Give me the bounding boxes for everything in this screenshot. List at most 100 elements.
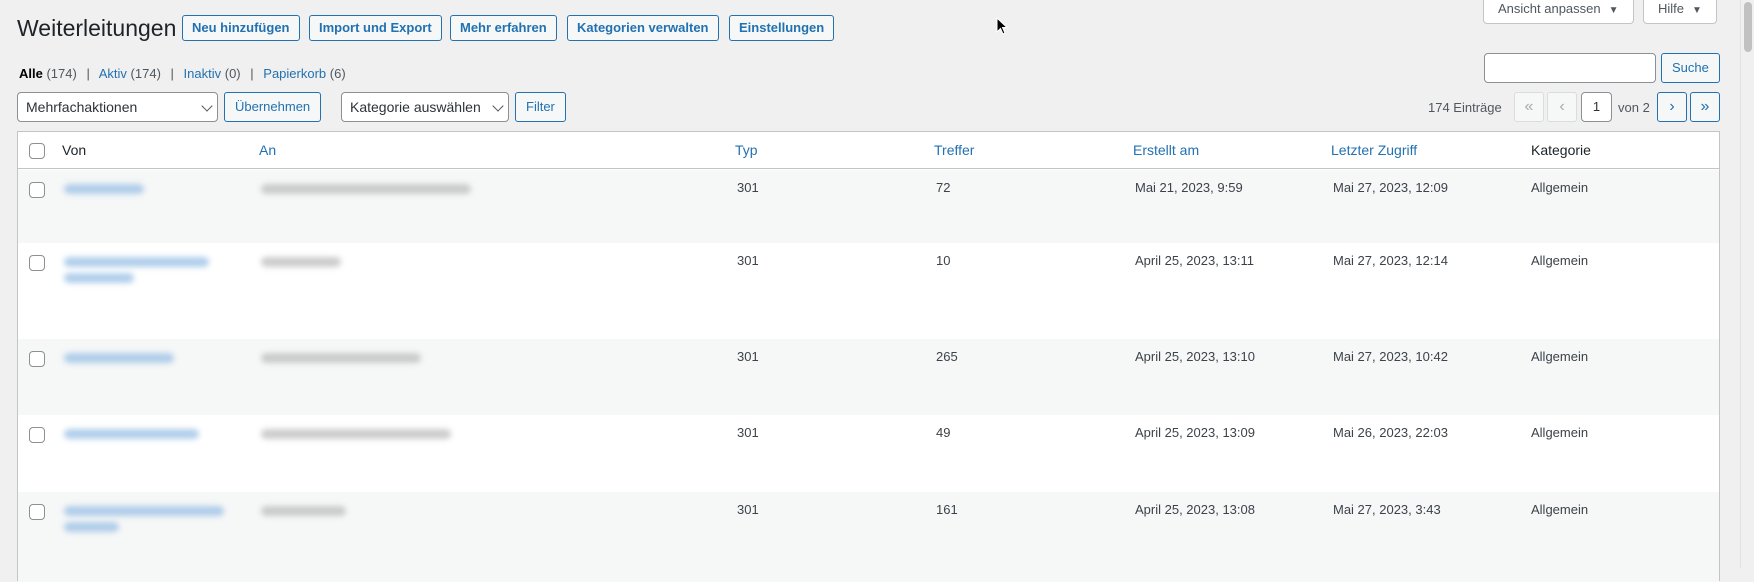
row-type: 301 <box>737 253 759 268</box>
prev-page-button[interactable]: ‹ <box>1547 92 1577 122</box>
redacted-target-text <box>261 184 471 194</box>
filter-inactive-link[interactable]: Inaktiv <box>184 66 222 81</box>
bulk-actions-value: Mehrfachaktionen <box>26 99 138 115</box>
chevron-down-icon <box>492 100 504 112</box>
row-checkbox[interactable] <box>29 182 45 198</box>
row-checkbox[interactable] <box>29 504 45 520</box>
filter-all-label[interactable]: Alle <box>19 66 43 81</box>
redacted-target-text <box>261 353 421 363</box>
redacted-target-text <box>261 506 346 516</box>
row-last-access: Mai 27, 2023, 3:43 <box>1333 502 1441 517</box>
row-created: April 25, 2023, 13:11 <box>1135 253 1255 268</box>
add-new-button[interactable]: Neu hinzufügen <box>182 15 300 41</box>
select-all-checkbox[interactable] <box>29 143 45 159</box>
filter-active-link[interactable]: Aktiv <box>99 66 127 81</box>
filter-active-count: (174) <box>130 66 161 81</box>
row-checkbox[interactable] <box>29 351 45 367</box>
filter-inactive-count: (0) <box>224 66 241 81</box>
row-category: Allgemein <box>1531 349 1589 364</box>
screen-options-toggle[interactable]: Ansicht anpassen ▼ <box>1483 0 1634 24</box>
row-last-access: Mai 27, 2023, 12:09 <box>1333 180 1448 195</box>
settings-button[interactable]: Einstellungen <box>729 15 835 41</box>
row-hits: 265 <box>936 349 958 364</box>
search-input[interactable] <box>1484 53 1656 83</box>
column-created[interactable]: Erstellt am <box>1133 142 1199 158</box>
vertical-scrollbar[interactable] <box>1740 0 1754 568</box>
redacted-source-link[interactable] <box>64 522 119 532</box>
row-last-access: Mai 26, 2023, 22:03 <box>1333 425 1448 440</box>
redirects-table: Von An Typ Treffer Erstellt am Letzter Z… <box>17 131 1720 582</box>
row-checkbox[interactable] <box>29 427 45 443</box>
status-filter-links: Alle (174) | Aktiv (174) | Inaktiv (0) |… <box>19 66 346 81</box>
row-created: April 25, 2023, 13:09 <box>1135 425 1255 440</box>
row-created: Mai 21, 2023, 9:59 <box>1135 180 1243 195</box>
row-type: 301 <box>737 349 759 364</box>
items-count: 174 Einträge <box>1428 100 1502 115</box>
first-page-button[interactable]: « <box>1514 92 1544 122</box>
screen-options-label: Ansicht anpassen <box>1498 1 1601 16</box>
separator: | <box>170 66 174 81</box>
column-from: Von <box>62 142 87 158</box>
help-toggle[interactable]: Hilfe ▼ <box>1643 0 1717 24</box>
redirects-page: Weiterleitungen Neu hinzufügen Import un… <box>0 0 1754 582</box>
total-pages: von 2 <box>1618 100 1650 115</box>
redacted-source-link[interactable] <box>64 184 144 194</box>
apply-button[interactable]: Übernehmen <box>224 92 322 122</box>
row-type: 301 <box>737 425 759 440</box>
row-last-access: Mai 27, 2023, 12:14 <box>1333 253 1448 268</box>
last-page-button[interactable]: » <box>1690 92 1720 122</box>
column-type[interactable]: Typ <box>735 142 758 158</box>
column-last-access[interactable]: Letzter Zugriff <box>1331 142 1417 158</box>
bulk-actions-select[interactable]: Mehrfachaktionen <box>17 92 218 122</box>
filter-trash-count: (6) <box>329 66 346 81</box>
row-last-access: Mai 27, 2023, 10:42 <box>1333 349 1448 364</box>
row-type: 301 <box>737 502 759 517</box>
filter-all-count: (174) <box>46 66 77 81</box>
column-to[interactable]: An <box>259 142 276 158</box>
redacted-source-link[interactable] <box>64 429 199 439</box>
redacted-source-link[interactable] <box>64 257 209 267</box>
table-row: 301 10 April 25, 2023, 13:11 Mai 27, 202… <box>18 243 1719 339</box>
mouse-cursor-icon <box>996 17 1009 35</box>
learn-more-button[interactable]: Mehr erfahren <box>450 15 557 41</box>
row-category: Allgemein <box>1531 502 1589 517</box>
search-button[interactable]: Suche <box>1661 53 1720 83</box>
row-hits: 72 <box>936 180 951 195</box>
column-category: Kategorie <box>1531 142 1591 158</box>
row-category: Allgemein <box>1531 425 1589 440</box>
row-category: Allgemein <box>1531 180 1589 195</box>
chevron-down-icon <box>201 100 213 112</box>
table-row: 301 49 April 25, 2023, 13:09 Mai 26, 202… <box>18 415 1719 492</box>
help-label: Hilfe <box>1658 1 1685 16</box>
filter-button[interactable]: Filter <box>515 92 566 122</box>
row-hits: 49 <box>936 425 951 440</box>
redacted-target-text <box>261 429 451 439</box>
category-select-value: Kategorie auswählen <box>350 99 481 115</box>
current-page-input[interactable]: 1 <box>1581 92 1612 122</box>
redacted-target-text <box>261 257 341 267</box>
import-export-button[interactable]: Import und Export <box>309 15 442 41</box>
caret-down-icon: ▼ <box>1692 5 1702 16</box>
redacted-source-link[interactable] <box>64 273 134 283</box>
column-hits[interactable]: Treffer <box>934 142 974 158</box>
separator: | <box>86 66 90 81</box>
table-header: Von An Typ Treffer Erstellt am Letzter Z… <box>18 132 1719 169</box>
manage-categories-button[interactable]: Kategorien verwalten <box>567 15 719 41</box>
table-row: 301 72 Mai 21, 2023, 9:59 Mai 27, 2023, … <box>18 170 1719 243</box>
row-checkbox[interactable] <box>29 255 45 271</box>
table-row: 301 161 April 25, 2023, 13:08 Mai 27, 20… <box>18 492 1719 582</box>
separator: | <box>250 66 254 81</box>
row-hits: 10 <box>936 253 951 268</box>
category-select[interactable]: Kategorie auswählen <box>341 92 509 122</box>
row-created: April 25, 2023, 13:08 <box>1135 502 1255 517</box>
caret-down-icon: ▼ <box>1608 5 1619 16</box>
next-page-button[interactable]: › <box>1657 92 1687 122</box>
row-hits: 161 <box>936 502 958 517</box>
scrollbar-thumb[interactable] <box>1744 2 1752 52</box>
filter-trash-link[interactable]: Papierkorb <box>263 66 326 81</box>
table-row: 301 265 April 25, 2023, 13:10 Mai 27, 20… <box>18 339 1719 415</box>
row-created: April 25, 2023, 13:10 <box>1135 349 1255 364</box>
redacted-source-link[interactable] <box>64 506 224 516</box>
page-title: Weiterleitungen <box>17 15 177 41</box>
redacted-source-link[interactable] <box>64 353 174 363</box>
